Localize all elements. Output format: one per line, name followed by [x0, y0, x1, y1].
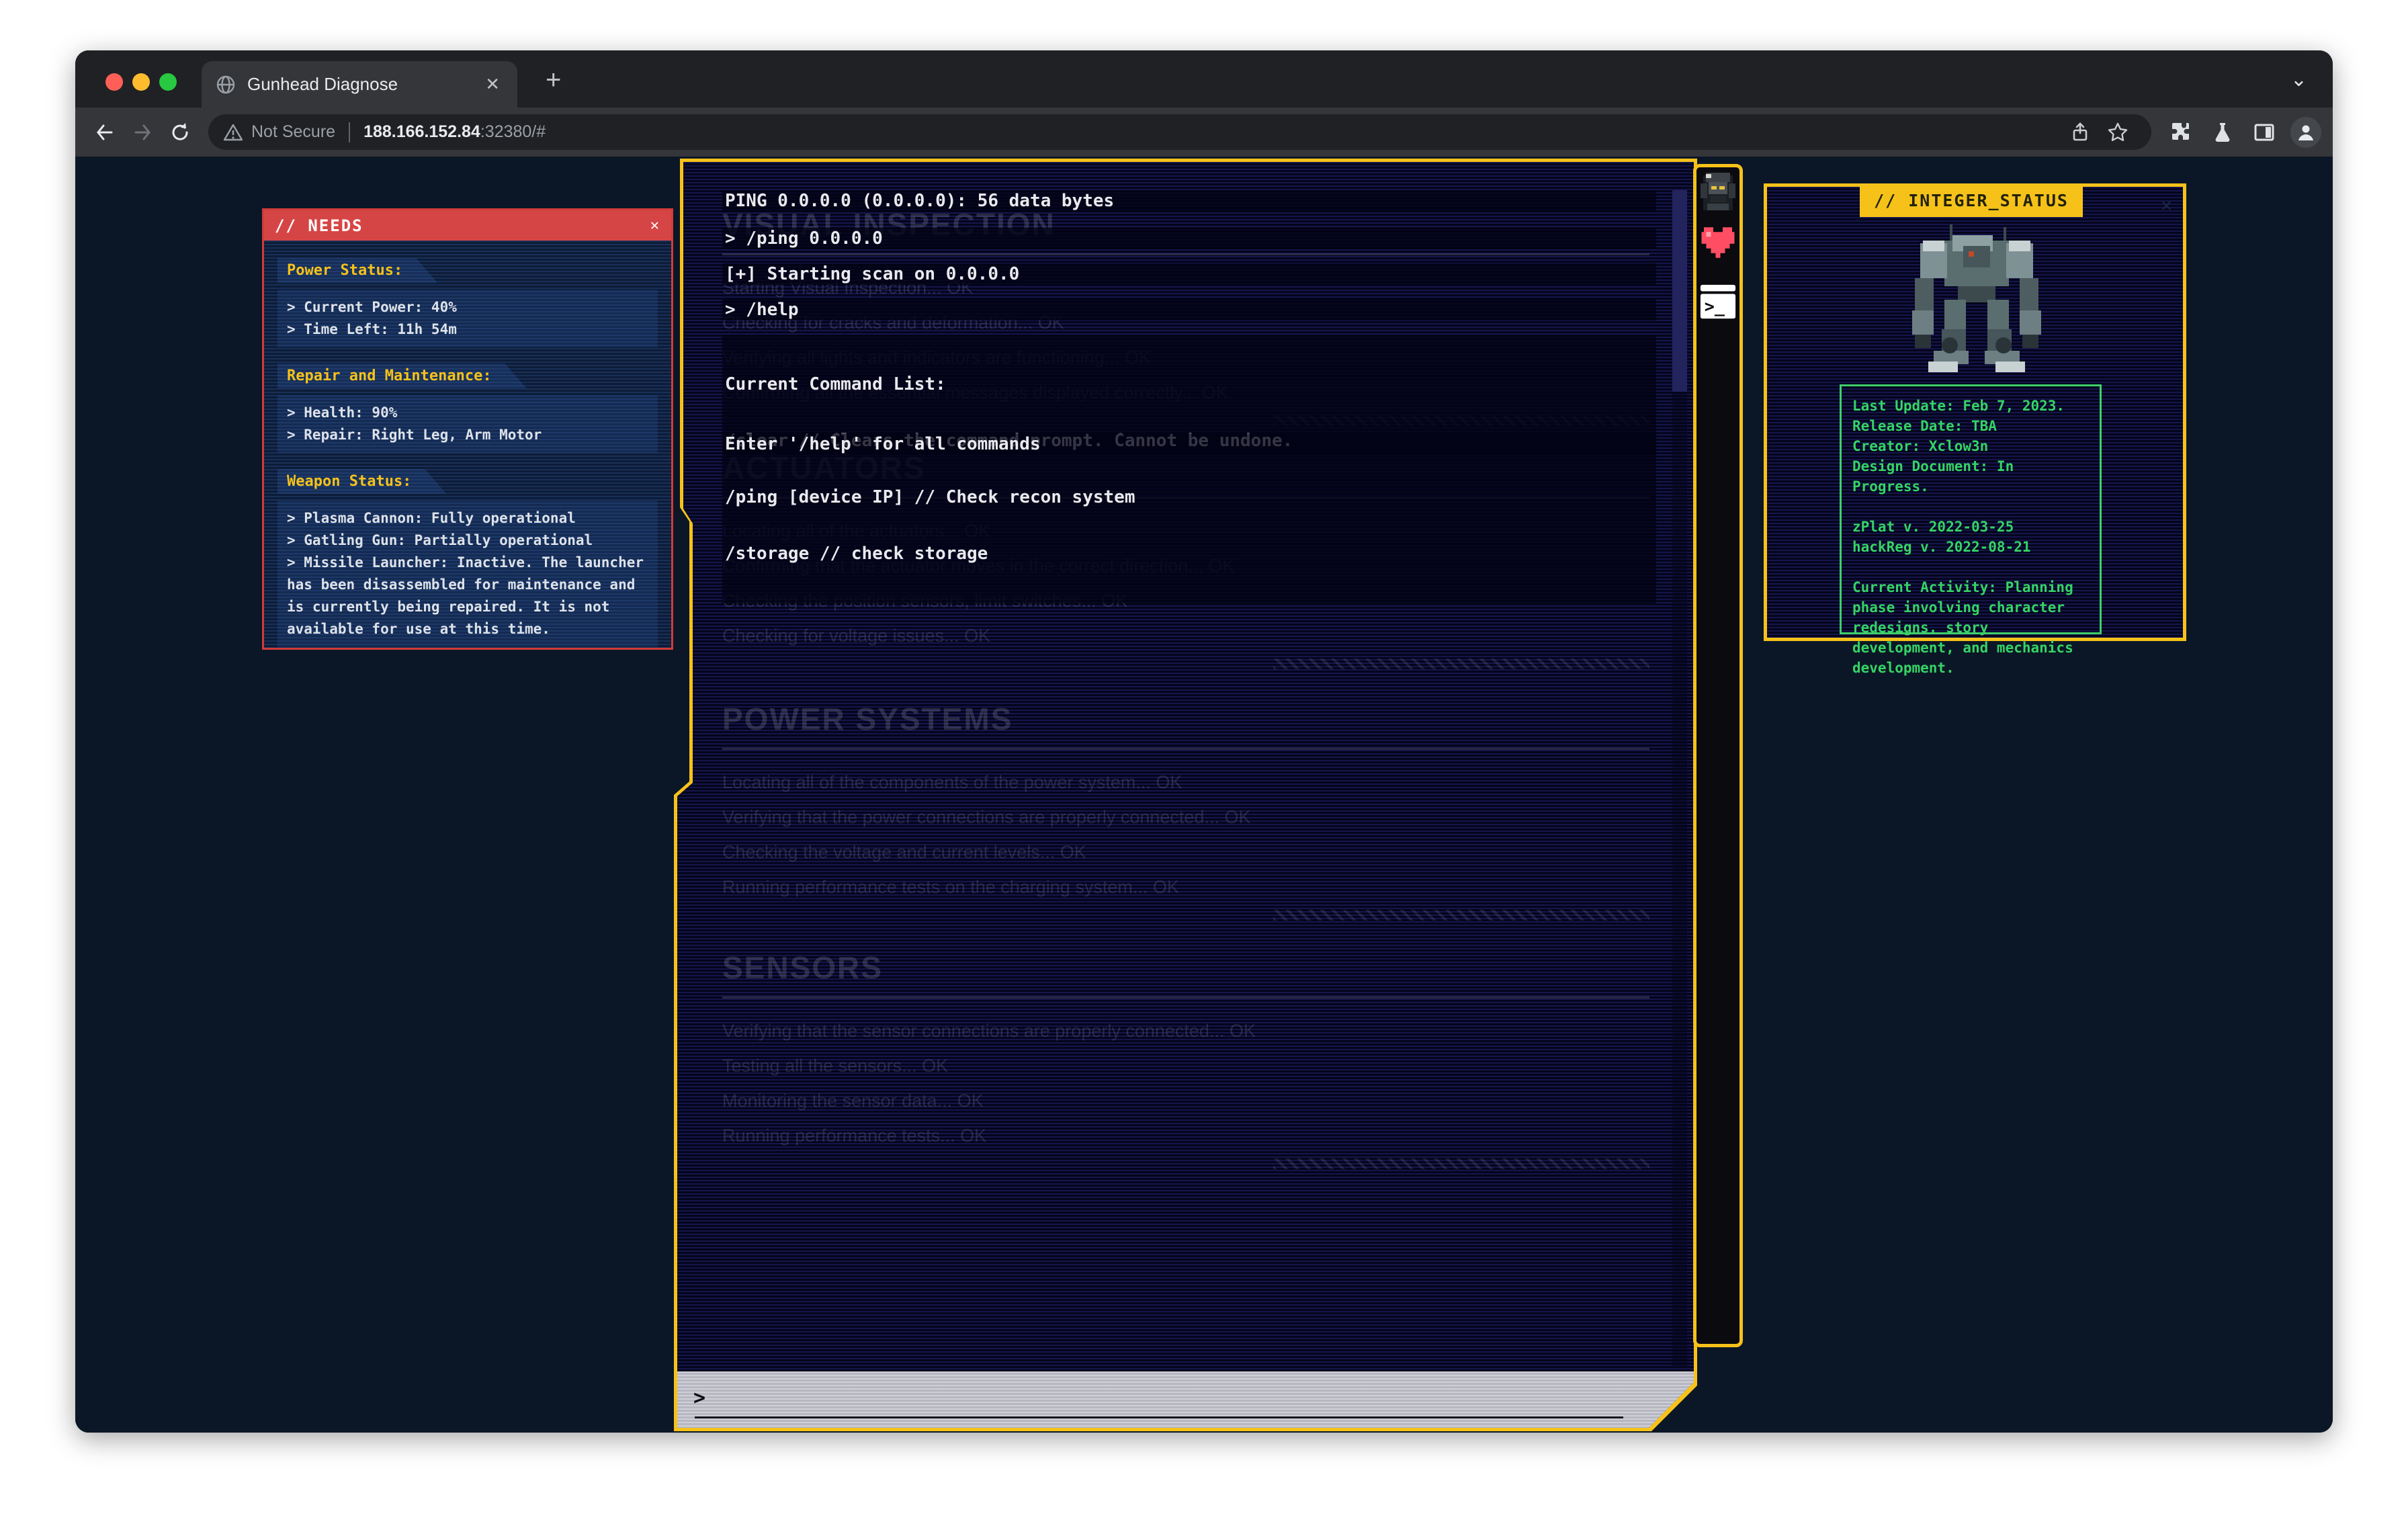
needs-body: Power Status: > Current Power: 40% > Tim… — [264, 241, 671, 648]
command-input-bar: > — [677, 1371, 1694, 1428]
forward-button[interactable] — [124, 114, 161, 151]
terminal-toggle-icon[interactable]: >_ — [1699, 283, 1737, 321]
profile-avatar[interactable] — [2287, 114, 2325, 151]
console-scrollbar[interactable] — [1672, 190, 1687, 1366]
terminal-command-line: > /help — [722, 299, 1656, 321]
console-scrollbar-thumb[interactable] — [1672, 190, 1687, 392]
command-list-line: Current Command List: — [725, 375, 1653, 394]
terminal-output-line: [+] Starting scan on 0.0.0.0 — [722, 263, 1656, 285]
needs-item: > Gatling Gun: Partially operational — [287, 529, 648, 552]
needs-section-items: > Plasma Cannon: Fully operational > Gat… — [277, 501, 658, 647]
command-list-line: /storage // check storage — [725, 544, 1653, 563]
terminal-hint-line: Enter '/help' for all commands — [722, 433, 1656, 455]
needs-item: > Plasma Cannon: Fully operational — [287, 507, 648, 529]
icon-sidebar: >_ — [1693, 164, 1743, 1347]
diag-item: Checking the voltage and current levels.… — [722, 835, 1663, 869]
hatch-decoration — [1273, 659, 1649, 669]
status-info-box: Last Update: Feb 7, 2023. Release Date: … — [1840, 384, 2102, 634]
url-separator — [349, 122, 350, 142]
url-bar[interactable]: Not Secure 188.166.152.84 :32380/# — [208, 114, 2151, 150]
needs-item: > Health: 90% — [287, 402, 648, 424]
status-meta: Last Update: Feb 7, 2023. Release Date: … — [1852, 396, 2089, 497]
url-path-text: :32380/# — [480, 122, 546, 142]
command-list-line: /ping [device IP] // Check recon system — [725, 488, 1653, 507]
diag-item: Testing all the sensors... OK — [722, 1048, 1663, 1083]
tab-search-chevron-icon[interactable]: ⌄ — [2290, 68, 2307, 91]
diagnostics-console-panel: VISUAL INSPECTION Starting Visual Inspec… — [674, 159, 1697, 1431]
diag-item: Running performance tests... OK — [722, 1118, 1663, 1153]
needs-item: > Missile Launcher: Inactive. The launch… — [287, 552, 648, 640]
heart-icon[interactable] — [1699, 224, 1737, 261]
hatch-decoration — [1273, 1158, 1649, 1169]
extensions-puzzle-icon[interactable] — [2162, 114, 2200, 151]
mech-avatar-thumbnail[interactable] — [1699, 171, 1737, 214]
section-title: SENSORS — [722, 949, 1663, 986]
needs-section-heading: Weapon Status: — [277, 469, 446, 494]
terminal-output-line: PING 0.0.0.0 (0.0.0.0): 56 data bytes — [722, 190, 1656, 212]
side-panel-icon[interactable] — [2245, 114, 2283, 151]
needs-item: > Repair: Right Leg, Arm Motor — [287, 424, 648, 446]
diag-item: Verifying that the power connections are… — [722, 800, 1663, 835]
terminal-command-line: > /ping 0.0.0.0 — [722, 228, 1656, 249]
status-activity: Current Activity: Planning phase involvi… — [1852, 577, 2089, 678]
bookmark-star-icon[interactable] — [2099, 114, 2137, 151]
not-secure-warning-icon — [223, 122, 243, 142]
needs-panel: // NEEDS ✕ Power Status: > Current Power… — [262, 208, 673, 650]
browser-toolbar: Not Secure 188.166.152.84 :32380/# — [75, 108, 2333, 157]
diag-item: Checking for voltage issues... OK — [722, 618, 1663, 653]
share-icon[interactable] — [2061, 114, 2099, 151]
diag-item: Running performance tests on the chargin… — [722, 869, 1663, 904]
needs-section-items: > Health: 90% > Repair: Right Leg, Arm M… — [277, 395, 658, 453]
window-close-button[interactable] — [105, 73, 123, 91]
tab-title: Gunhead Diagnose — [247, 74, 481, 95]
diag-item: Locating all of the components of the po… — [722, 765, 1663, 800]
browser-menu-dots-icon[interactable] — [2329, 114, 2333, 151]
page-viewport: VISUAL INSPECTION Starting Visual Inspec… — [75, 157, 2333, 1433]
status-versions: zPlat v. 2022-03-25 hackReg v. 2022-08-2… — [1852, 517, 2089, 557]
integer-status-panel: // INTEGER_STATUS ✕ — [1764, 183, 2186, 641]
back-button[interactable] — [86, 114, 124, 151]
diag-item: Verifying that the sensor connections ar… — [722, 1013, 1663, 1048]
needs-item: > Current Power: 40% — [287, 296, 648, 319]
command-input[interactable] — [695, 1416, 1623, 1418]
mech-image — [1767, 222, 2183, 380]
needs-section-heading: Repair and Maintenance: — [277, 364, 527, 388]
tab-strip: Gunhead Diagnose ✕ + ⌄ — [75, 50, 2333, 108]
needs-section-items: > Current Power: 40% > Time Left: 11h 54… — [277, 290, 658, 347]
needs-item: > Time Left: 11h 54m — [287, 319, 648, 341]
needs-titlebar[interactable]: // NEEDS ✕ — [264, 210, 671, 241]
tab-close-icon[interactable]: ✕ — [481, 74, 504, 95]
command-prompt-symbol: > — [693, 1386, 705, 1410]
svg-text:>_: >_ — [1705, 296, 1725, 316]
needs-section-heading: Power Status: — [277, 258, 437, 283]
flask-extension-icon[interactable] — [2204, 114, 2241, 151]
section-title: POWER SYSTEMS — [722, 701, 1663, 737]
diag-item: Monitoring the sensor data... OK — [722, 1083, 1663, 1118]
hatch-decoration — [1273, 910, 1649, 921]
section-power-systems: POWER SYSTEMS Locating all of the compon… — [722, 701, 1663, 921]
new-tab-button[interactable]: + — [546, 67, 561, 93]
window-minimize-button[interactable] — [132, 73, 150, 91]
needs-title: // NEEDS — [275, 216, 363, 235]
url-host-text: 188.166.152.84 — [363, 122, 480, 142]
integer-status-title-tab[interactable]: // INTEGER_STATUS — [1860, 183, 2083, 217]
tab-gunhead-diagnose[interactable]: Gunhead Diagnose ✕ — [202, 61, 517, 108]
not-secure-label: Not Secure — [251, 122, 335, 142]
window-zoom-button[interactable] — [159, 73, 177, 91]
browser-window: Gunhead Diagnose ✕ + ⌄ Not Secure 188.16… — [75, 50, 2333, 1433]
terminal-command-list: Current Command List: /clear // Clears t… — [722, 335, 1656, 603]
needs-close-icon[interactable]: ✕ — [650, 217, 660, 234]
globe-favicon-icon — [215, 74, 236, 95]
reload-button[interactable] — [161, 114, 199, 151]
section-sensors: SENSORS Verifying that the sensor connec… — [722, 949, 1663, 1169]
integer-status-close-icon[interactable]: ✕ — [2161, 194, 2172, 216]
